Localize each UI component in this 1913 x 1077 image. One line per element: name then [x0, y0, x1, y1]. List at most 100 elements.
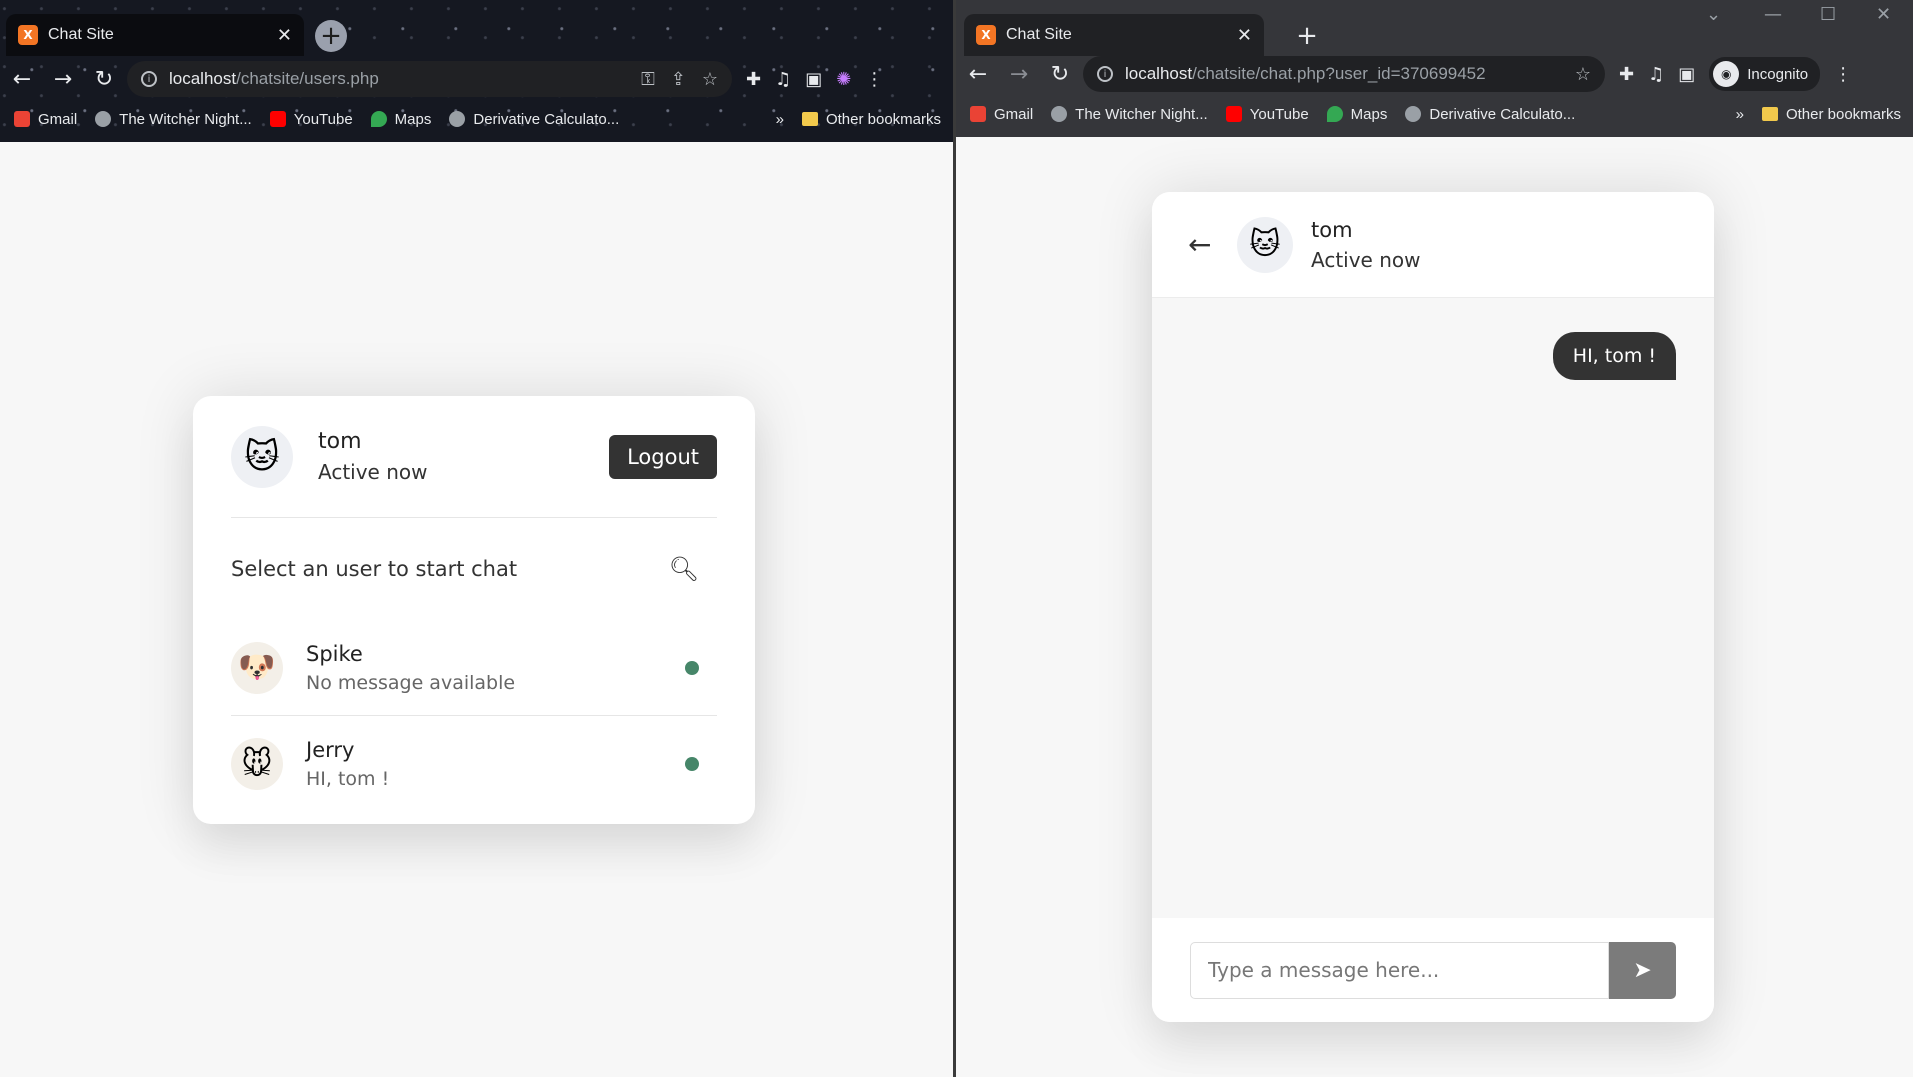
jerry-avatar: 🐭 [231, 738, 283, 790]
users-card: 🐱 tom Active now Logout Select an user t… [193, 396, 755, 824]
user-list-item-spike[interactable]: 🐶 Spike No message available [231, 620, 717, 716]
current-user-name: tom [318, 429, 362, 454]
message-form: ➤ [1152, 918, 1714, 1022]
user-list-item-jerry[interactable]: 🐭 Jerry HI, tom ! [231, 716, 717, 812]
info-icon[interactable]: i [141, 71, 157, 87]
incognito-badge[interactable]: ◉ Incognito [1709, 57, 1821, 91]
reload-button[interactable]: ↻ [85, 60, 123, 98]
user-name: Jerry [306, 738, 355, 762]
send-button[interactable]: ➤ [1609, 941, 1676, 999]
bookmark-derivative[interactable]: Derivative Calculato... [1405, 106, 1575, 123]
other-bookmarks[interactable]: Other bookmarks [801, 111, 953, 128]
globe-icon [95, 111, 112, 127]
menu-icon[interactable]: ⋮ [865, 69, 883, 90]
reload-button[interactable]: ↻ [1041, 55, 1079, 93]
page-content: 🐱 tom Active now Logout Select an user t… [0, 142, 953, 1077]
media-control-icon[interactable]: ♫ [775, 69, 791, 90]
chat-user-status: Active now [1311, 247, 1421, 272]
media-control-icon[interactable]: ♫ [1648, 64, 1664, 85]
address-bar[interactable]: i localhost/chatsite/chat.php?user_id=37… [1083, 56, 1605, 92]
last-message: HI, tom ! [306, 768, 390, 790]
toolbar: ← → ↻ i localhost/chatsite/users.php ⚿ ⇪… [0, 57, 953, 101]
key-icon[interactable]: ⚿ [641, 69, 655, 90]
address-bar[interactable]: i localhost/chatsite/users.php ⚿ ⇪ ☆ [127, 61, 732, 97]
extensions-icon[interactable]: ✚ [746, 69, 761, 90]
maps-icon [1326, 106, 1343, 122]
minimize-icon[interactable]: — [1764, 4, 1782, 25]
browser-tab[interactable]: X Chat Site ✕ [6, 14, 304, 56]
close-icon[interactable]: ✕ [1237, 25, 1252, 46]
back-button[interactable]: ← [959, 55, 997, 93]
folder-icon [801, 112, 818, 126]
left-browser-window: X Chat Site ✕ + ← → ↻ i localhost/chatsi… [0, 0, 953, 1077]
bookmark-witcher[interactable]: The Witcher Night... [95, 111, 252, 128]
browser-tab[interactable]: X Chat Site ✕ [964, 14, 1264, 56]
back-button[interactable]: ← [3, 60, 41, 98]
menu-icon[interactable]: ⋮ [1834, 64, 1852, 85]
chat-box[interactable]: HI, tom ! [1152, 298, 1714, 918]
online-status-dot [685, 660, 699, 675]
bookmark-youtube[interactable]: YouTube [1225, 106, 1309, 123]
tab-title: Chat Site [1006, 26, 1072, 43]
tom-avatar: 🐱 [231, 425, 293, 488]
url-text: localhost/chatsite/users.php [169, 69, 379, 88]
url-text: localhost/chatsite/chat.php?user_id=3706… [1125, 64, 1486, 83]
gmail-icon [14, 111, 30, 127]
bookmarks-bar: Gmail The Witcher Night... YouTube Maps … [0, 104, 953, 134]
tom-avatar: 🐱 [1237, 216, 1293, 273]
bookmarks-bar: Gmail The Witcher Night... YouTube Maps … [956, 99, 1913, 129]
side-panel-icon[interactable]: ▣ [805, 69, 822, 90]
online-status-dot [685, 757, 699, 771]
chat-header: ← 🐱 tom Active now [1152, 192, 1714, 298]
bookmark-maps[interactable]: Maps [370, 111, 431, 128]
info-icon[interactable]: i [1097, 66, 1113, 82]
toolbar: ← → ↻ i localhost/chatsite/chat.php?user… [956, 52, 1913, 96]
maximize-icon[interactable]: ☐ [1820, 4, 1836, 25]
close-window-icon[interactable]: ✕ [1876, 4, 1891, 25]
last-message: No message available [306, 671, 516, 694]
youtube-icon [269, 111, 286, 127]
bookmark-derivative[interactable]: Derivative Calculato... [449, 111, 619, 128]
forward-button[interactable]: → [1000, 55, 1038, 93]
new-tab-button[interactable]: + [315, 20, 347, 52]
users-header: 🐱 tom Active now Logout [231, 396, 717, 518]
message-input[interactable] [1190, 941, 1609, 999]
tab-search-icon[interactable]: ⌄ [1706, 4, 1721, 25]
bookmark-gmail[interactable]: Gmail [14, 111, 77, 128]
side-panel-icon[interactable]: ▣ [1678, 64, 1695, 85]
user-name: Spike [306, 641, 363, 666]
profile-icon[interactable]: ✺ [836, 69, 851, 90]
page-content: ← 🐱 tom Active now HI, tom ! ➤ [956, 137, 1913, 1077]
bookmarks-more[interactable]: » [1736, 106, 1744, 123]
bookmark-youtube[interactable]: YouTube [269, 111, 353, 128]
extensions-icon[interactable]: ✚ [1619, 64, 1634, 85]
chat-user-name: tom [1311, 217, 1353, 242]
xampp-icon: X [976, 25, 996, 45]
star-icon[interactable]: ☆ [1575, 64, 1591, 85]
logout-button[interactable]: Logout [609, 434, 717, 479]
back-arrow-icon[interactable]: ← [1188, 228, 1222, 261]
gmail-icon [970, 106, 986, 122]
calculator-icon [1405, 106, 1422, 122]
maps-icon [370, 111, 387, 127]
bookmark-maps[interactable]: Maps [1326, 106, 1387, 123]
folder-icon [1761, 107, 1778, 121]
star-icon[interactable]: ☆ [702, 69, 718, 90]
spike-avatar: 🐶 [231, 641, 283, 694]
calculator-icon [449, 111, 466, 127]
xampp-icon: X [18, 25, 38, 45]
bookmark-witcher[interactable]: The Witcher Night... [1051, 106, 1208, 123]
search-row: Select an user to start chat 🔍︎ [231, 518, 717, 620]
current-user-status: Active now [318, 460, 428, 484]
new-tab-button[interactable]: + [1291, 20, 1323, 52]
bookmarks-more[interactable]: » [776, 111, 784, 128]
right-browser-window: X Chat Site ✕ + ⌄ — ☐ ✕ ← → ↻ i localhos… [956, 0, 1913, 1077]
forward-button[interactable]: → [44, 60, 82, 98]
youtube-icon [1225, 106, 1242, 122]
search-icon[interactable]: 🔍︎ [669, 555, 699, 583]
paper-plane-icon: ➤ [1633, 957, 1652, 982]
bookmark-gmail[interactable]: Gmail [970, 106, 1033, 123]
share-icon[interactable]: ⇪ [671, 69, 686, 90]
other-bookmarks[interactable]: Other bookmarks [1761, 106, 1913, 123]
close-icon[interactable]: ✕ [277, 25, 292, 46]
